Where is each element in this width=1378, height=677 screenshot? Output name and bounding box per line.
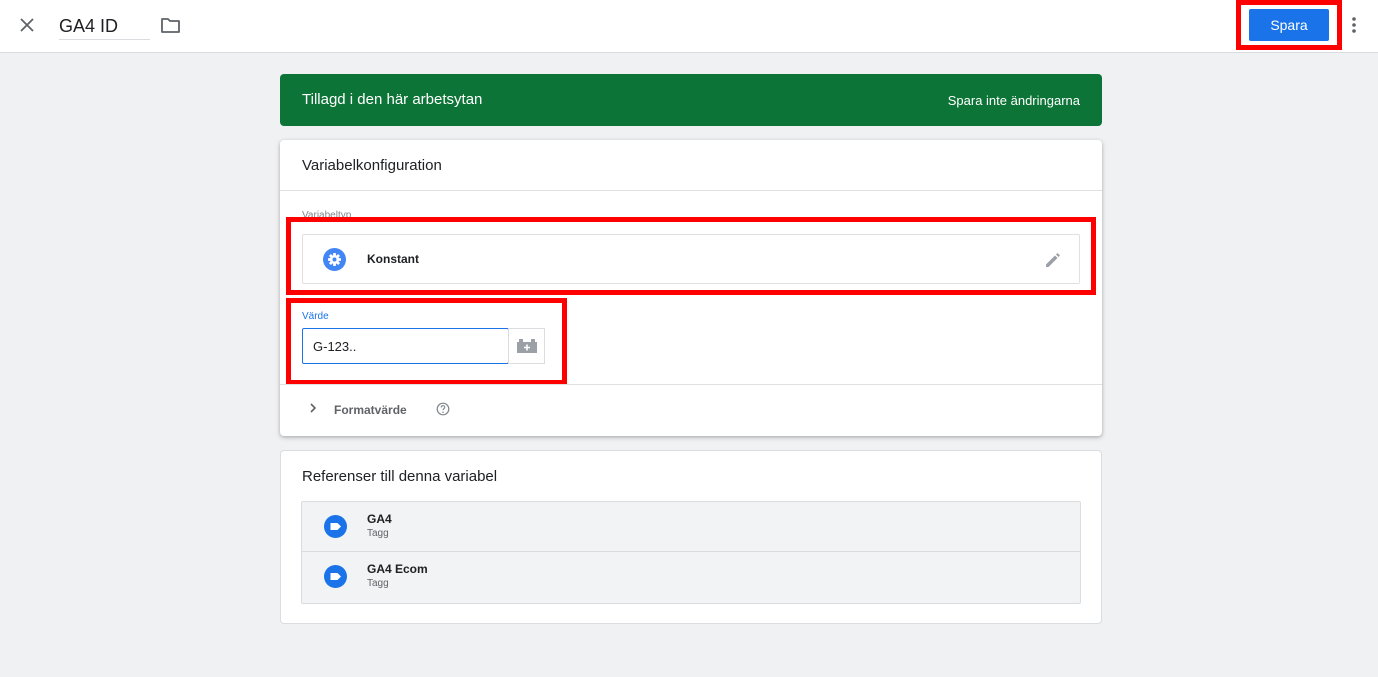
save-button[interactable]: Spara — [1249, 9, 1329, 41]
reference-name: GA4 Ecom — [367, 562, 428, 576]
reference-type: Tagg — [367, 528, 389, 539]
help-icon[interactable] — [436, 402, 450, 416]
reference-name: GA4 — [367, 512, 392, 526]
tag-icon — [324, 515, 347, 538]
variable-name-input[interactable] — [59, 8, 150, 40]
gear-icon — [323, 248, 346, 271]
variable-picker-button[interactable] — [508, 328, 545, 364]
reference-item[interactable]: GA4 Tagg — [302, 502, 1080, 552]
format-value-toggle[interactable]: Formatvärde — [302, 398, 502, 420]
banner-text: Tillagd i den här arbetsytan — [302, 91, 483, 108]
format-value-label: Formatvärde — [334, 403, 407, 417]
references-card: Referenser till denna variabel GA4 Tagg … — [280, 450, 1102, 624]
variable-type-name: Konstant — [367, 252, 419, 266]
variable-config-card: Variabelkonfiguration Variabeltyp Konsta… — [280, 140, 1102, 436]
reference-type: Tagg — [367, 578, 389, 589]
variable-type-selector[interactable]: Konstant — [302, 234, 1080, 284]
variable-brick-icon — [517, 339, 537, 353]
discard-changes-link[interactable]: Spara inte ändringarna — [948, 93, 1080, 108]
divider — [280, 384, 1102, 385]
workspace-banner: Tillagd i den här arbetsytan Spara inte … — [280, 74, 1102, 126]
top-bar: Spara — [0, 0, 1378, 53]
card-title: Variabelkonfiguration — [302, 157, 442, 174]
value-label: Värde — [302, 311, 329, 322]
folder-icon[interactable] — [159, 13, 183, 37]
value-input[interactable] — [302, 328, 509, 364]
more-vert-icon[interactable] — [1344, 12, 1364, 38]
tag-icon — [324, 565, 347, 588]
references-list: GA4 Tagg GA4 Ecom Tagg — [301, 501, 1081, 604]
close-icon[interactable] — [14, 12, 40, 38]
reference-item[interactable]: GA4 Ecom Tagg — [302, 552, 1080, 602]
divider — [280, 190, 1102, 191]
references-title: Referenser till denna variabel — [302, 468, 498, 485]
chevron-right-icon — [306, 401, 320, 415]
pencil-icon[interactable] — [1043, 250, 1063, 270]
